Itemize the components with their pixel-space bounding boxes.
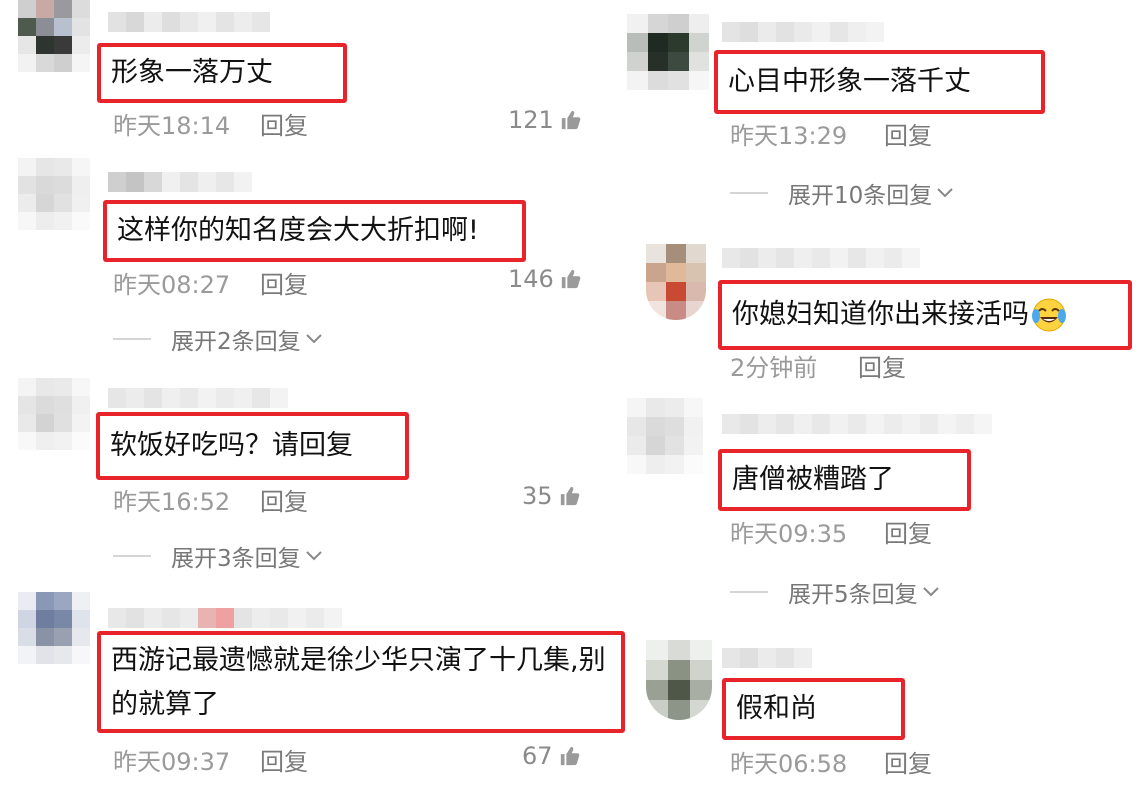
like-count: 146 xyxy=(508,265,554,293)
like-count: 67 xyxy=(522,742,553,770)
username-blurred[interactable] xyxy=(108,12,270,32)
comment-text: 假和尚 xyxy=(722,678,905,740)
username-blurred[interactable] xyxy=(722,648,812,668)
divider-line xyxy=(113,555,151,557)
comment-text: 形象一落万丈 xyxy=(97,43,347,103)
comment-time: 2分钟前 xyxy=(730,354,818,382)
reply-button[interactable]: 回复 xyxy=(884,514,932,549)
avatar[interactable] xyxy=(646,640,712,720)
divider-line xyxy=(730,591,768,593)
username-blurred[interactable] xyxy=(722,22,884,42)
comment-time: 昨天09:37 xyxy=(113,748,231,776)
avatar[interactable] xyxy=(646,244,706,320)
comment-text: 软饭好吃吗？请回复 xyxy=(96,412,409,480)
avatar[interactable] xyxy=(627,398,703,474)
expand-replies-button[interactable]: 展开10条回复 xyxy=(730,176,954,210)
reply-button[interactable]: 回复 xyxy=(260,265,308,300)
username-blurred[interactable] xyxy=(722,414,992,434)
divider-line xyxy=(730,192,768,194)
comment-text-label: 心目中形象一落千丈 xyxy=(728,66,971,97)
thumbs-up-icon xyxy=(561,110,581,130)
like-button[interactable]: 35 xyxy=(522,482,581,510)
reply-button[interactable]: 回复 xyxy=(884,744,932,779)
username-blurred[interactable] xyxy=(108,388,288,408)
expand-replies-button[interactable]: 展开3条回复 xyxy=(113,539,323,573)
comment-text-label: 软饭好吃吗？请回复 xyxy=(110,430,353,461)
chevron-down-icon xyxy=(305,551,322,561)
username-blurred[interactable] xyxy=(722,248,920,268)
comment-text: 西游记最遗憾就是徐少华只演了十几集,别的就算了 xyxy=(97,631,625,733)
reply-button[interactable]: 回复 xyxy=(884,116,932,151)
thumbs-up-icon xyxy=(561,269,581,289)
comment-time: 昨天16:52 xyxy=(113,488,231,516)
comment-text: 唐僧被糟踏了 xyxy=(718,449,971,511)
comment-text-label: 形象一落万丈 xyxy=(111,57,273,88)
reply-button[interactable]: 回复 xyxy=(260,482,308,517)
avatar[interactable] xyxy=(18,158,90,230)
like-button[interactable]: 121 xyxy=(508,106,582,134)
username-blurred[interactable] xyxy=(108,608,342,628)
reply-button[interactable]: 回复 xyxy=(260,106,308,141)
like-count: 35 xyxy=(522,482,553,510)
avatar[interactable] xyxy=(18,378,90,450)
comment-time: 昨天09:35 xyxy=(730,520,848,548)
divider-line xyxy=(113,338,151,340)
chevron-down-icon xyxy=(922,587,939,597)
avatar[interactable] xyxy=(627,14,709,90)
comment-text-label: 唐僧被糟踏了 xyxy=(732,464,894,495)
comment-time: 昨天06:58 xyxy=(730,750,848,778)
reply-button[interactable]: 回复 xyxy=(858,348,906,383)
chevron-down-icon xyxy=(305,334,322,344)
comment-text-label: 你媳妇知道你出来接活吗 xyxy=(732,299,1029,330)
comment-text: 心目中形象一落千丈 xyxy=(714,50,1045,114)
thumbs-up-icon xyxy=(560,746,579,766)
expand-replies-button[interactable]: 展开5条回复 xyxy=(730,575,940,609)
expand-replies-button[interactable]: 展开2条回复 xyxy=(113,322,323,356)
comment-text-label: 西游记最遗憾就是徐少华只演了十几集,别的就算了 xyxy=(111,645,606,720)
reply-button[interactable]: 回复 xyxy=(260,742,308,777)
like-button[interactable]: 67 xyxy=(522,742,581,770)
comment-time: 昨天18:14 xyxy=(113,112,231,140)
avatar[interactable] xyxy=(18,0,90,72)
comment-text-label: 这样你的知名度会大大折扣啊! xyxy=(117,215,479,246)
comment-text: 这样你的知名度会大大折扣啊! xyxy=(103,200,526,262)
avatar[interactable] xyxy=(18,592,90,664)
expand-replies-label: 展开3条回复 xyxy=(171,546,301,572)
comment-time: 昨天13:29 xyxy=(730,122,848,150)
chevron-down-icon xyxy=(937,188,953,198)
username-blurred[interactable] xyxy=(108,172,252,192)
like-count: 121 xyxy=(508,106,554,134)
comment-text-label: 假和尚 xyxy=(736,693,817,724)
comment-time: 昨天08:27 xyxy=(113,271,231,299)
thumbs-up-icon xyxy=(560,486,579,506)
like-button[interactable]: 146 xyxy=(508,265,582,293)
expand-replies-label: 展开2条回复 xyxy=(171,329,301,355)
expand-replies-label: 展开10条回复 xyxy=(788,183,933,209)
expand-replies-label: 展开5条回复 xyxy=(788,582,918,608)
comment-text: 你媳妇知道你出来接活吗 xyxy=(718,280,1132,350)
crying-laughing-emoji xyxy=(1032,298,1066,332)
